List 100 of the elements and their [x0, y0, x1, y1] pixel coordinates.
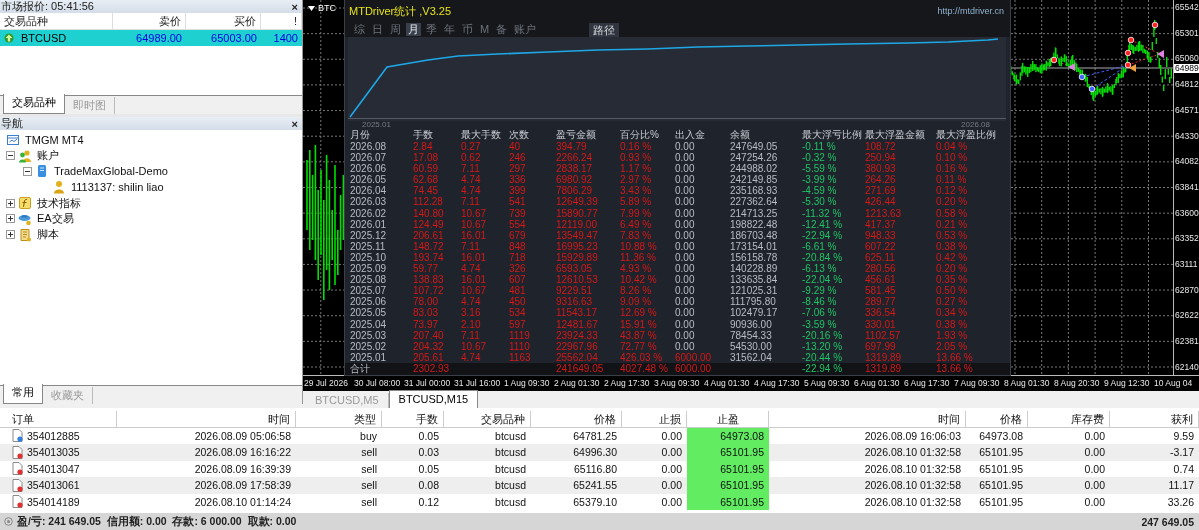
table-cell: -7.06 %: [802, 307, 837, 319]
chart-tab[interactable]: BTCUSD,M15: [388, 390, 479, 408]
table-cell: 0.00: [1084, 429, 1105, 442]
symbol-row[interactable]: BTCUSD 64989.00 65003.00 1400: [0, 30, 302, 46]
table-cell: 4.93 %: [620, 263, 652, 275]
table-cell: 0.00: [675, 318, 695, 330]
table-cell: 11.17: [1168, 479, 1194, 491]
tab[interactable]: 币: [460, 23, 475, 36]
website-link[interactable]: http://mtdriver.cn: [937, 6, 1004, 16]
table-cell: 0.38 %: [936, 318, 968, 330]
time-label: 1 Aug 09:30: [504, 377, 551, 390]
panel-title: 市场报价: 05:41:56: [1, 0, 94, 14]
tab[interactable]: 年: [442, 23, 457, 36]
table-cell: 0.00: [675, 285, 695, 297]
tree-item[interactable]: EA交易: [37, 211, 74, 227]
tab[interactable]: 常用: [3, 384, 43, 404]
table-cell: 65101.95: [720, 495, 764, 508]
table-cell-text: 354013047: [27, 461, 80, 477]
tab[interactable]: M: [478, 23, 492, 36]
table-cell: 0.00: [661, 479, 682, 491]
balance-text: 247 649.05: [1141, 515, 1194, 528]
table-cell: sell: [361, 446, 377, 458]
price-label: 65301: [1174, 28, 1199, 38]
column-header: 手数: [416, 413, 438, 425]
table-cell: 6980.92: [556, 174, 593, 186]
table-cell: 0.20 %: [936, 263, 968, 275]
column-header: 余额: [730, 129, 750, 140]
close-button[interactable]: ×: [291, 0, 298, 13]
minus-box-icon[interactable]: [23, 167, 32, 176]
table-cell: 7.99 %: [620, 207, 652, 219]
table-cell: 1319.89: [865, 351, 902, 363]
tree-item[interactable]: 脚本: [37, 227, 59, 243]
table-cell: 13.66 %: [936, 351, 973, 363]
table-cell: 948.33: [865, 229, 896, 241]
table-cell: 2026.05: [350, 174, 387, 186]
table-cell: 186703.48: [730, 229, 778, 241]
table-cell: 2026.08.09 16:16:22: [194, 446, 291, 458]
time-label: 2 Aug 01:30: [554, 377, 601, 390]
document-icon: [12, 478, 23, 492]
minus-box-icon[interactable]: [6, 151, 15, 161]
table-cell: 250.94: [865, 152, 896, 164]
tab[interactable]: 备: [494, 23, 510, 36]
table-cell: -11.32 %: [802, 207, 842, 219]
table-cell: -4.59 %: [802, 185, 837, 197]
tab[interactable]: 周: [388, 23, 403, 36]
table-cell: 289.77: [865, 296, 896, 308]
table-cell: 2026.06: [350, 163, 387, 175]
symbol-label: BTC: [318, 3, 336, 13]
table-cell: 31562.04: [730, 351, 772, 363]
tab[interactable]: 交易品种: [3, 94, 65, 114]
tab[interactable]: 月: [406, 23, 421, 36]
table-cell: 6593.05: [556, 263, 593, 275]
table-cell: 65241.55: [573, 479, 617, 491]
table-cell: 65101.95: [979, 462, 1023, 475]
table-cell: -8.46 %: [802, 296, 837, 308]
plus-box-icon[interactable]: [6, 230, 15, 240]
plus-box-icon[interactable]: [6, 198, 15, 208]
table-cell: 848: [509, 240, 526, 252]
table-cell: 481: [509, 285, 526, 297]
table-cell: 2026.08.09 05:06:58: [194, 429, 291, 442]
table-cell: 156158.78: [730, 251, 778, 263]
table-cell: -22.94 %: [802, 229, 843, 241]
tree-item[interactable]: TMGM MT4: [25, 133, 84, 146]
table-cell: 0.00: [661, 429, 682, 442]
tree-item[interactable]: TradeMaxGlobal-Demo: [54, 165, 168, 178]
table-cell: 0.93 %: [620, 152, 652, 164]
tab[interactable]: 日: [370, 23, 385, 36]
axis-label: 2026.08: [961, 121, 990, 129]
table-cell: 25562.04: [556, 351, 598, 363]
table-cell: 0.00: [675, 207, 695, 219]
table-cell: -20.16 %: [802, 329, 843, 341]
tab[interactable]: 季: [424, 23, 439, 36]
spread-value: 1400: [272, 31, 299, 46]
table-cell: 59.77: [413, 263, 439, 275]
table-cell: 72.77 %: [620, 340, 657, 352]
close-button[interactable]: ×: [291, 117, 298, 130]
table-cell: -13.20 %: [802, 340, 843, 352]
table-cell: 235168.93: [730, 185, 778, 197]
price-label: 63352: [1174, 234, 1199, 244]
tree-item[interactable]: 1113137: shilin liao: [71, 181, 164, 194]
table-cell: 399: [509, 185, 526, 197]
table-cell: 2025.07: [350, 285, 387, 297]
time-label: 6 Aug 01:30: [854, 377, 901, 390]
table-cell: 12119.00: [556, 218, 597, 230]
plus-box-icon[interactable]: [6, 214, 15, 224]
table-cell: 0.00: [675, 274, 695, 286]
table-cell: 0.00: [675, 263, 695, 275]
tab[interactable]: 综: [352, 23, 367, 36]
table-cell: 0.04 %: [936, 141, 968, 152]
table-cell: 78.00: [413, 296, 439, 308]
path-button[interactable]: 路径: [589, 22, 620, 37]
table-cell: 2025.12: [350, 229, 387, 241]
table-cell: 0.00: [661, 462, 682, 475]
table-cell: 16.01: [461, 274, 487, 286]
tab[interactable]: 账户: [512, 23, 539, 36]
tree-item[interactable]: 账户: [37, 148, 59, 164]
price-label: 65060: [1174, 54, 1199, 64]
price-label: 64812: [1174, 80, 1199, 90]
tree-item[interactable]: 技术指标: [37, 195, 81, 211]
table-cell: 0.74: [1173, 462, 1194, 475]
